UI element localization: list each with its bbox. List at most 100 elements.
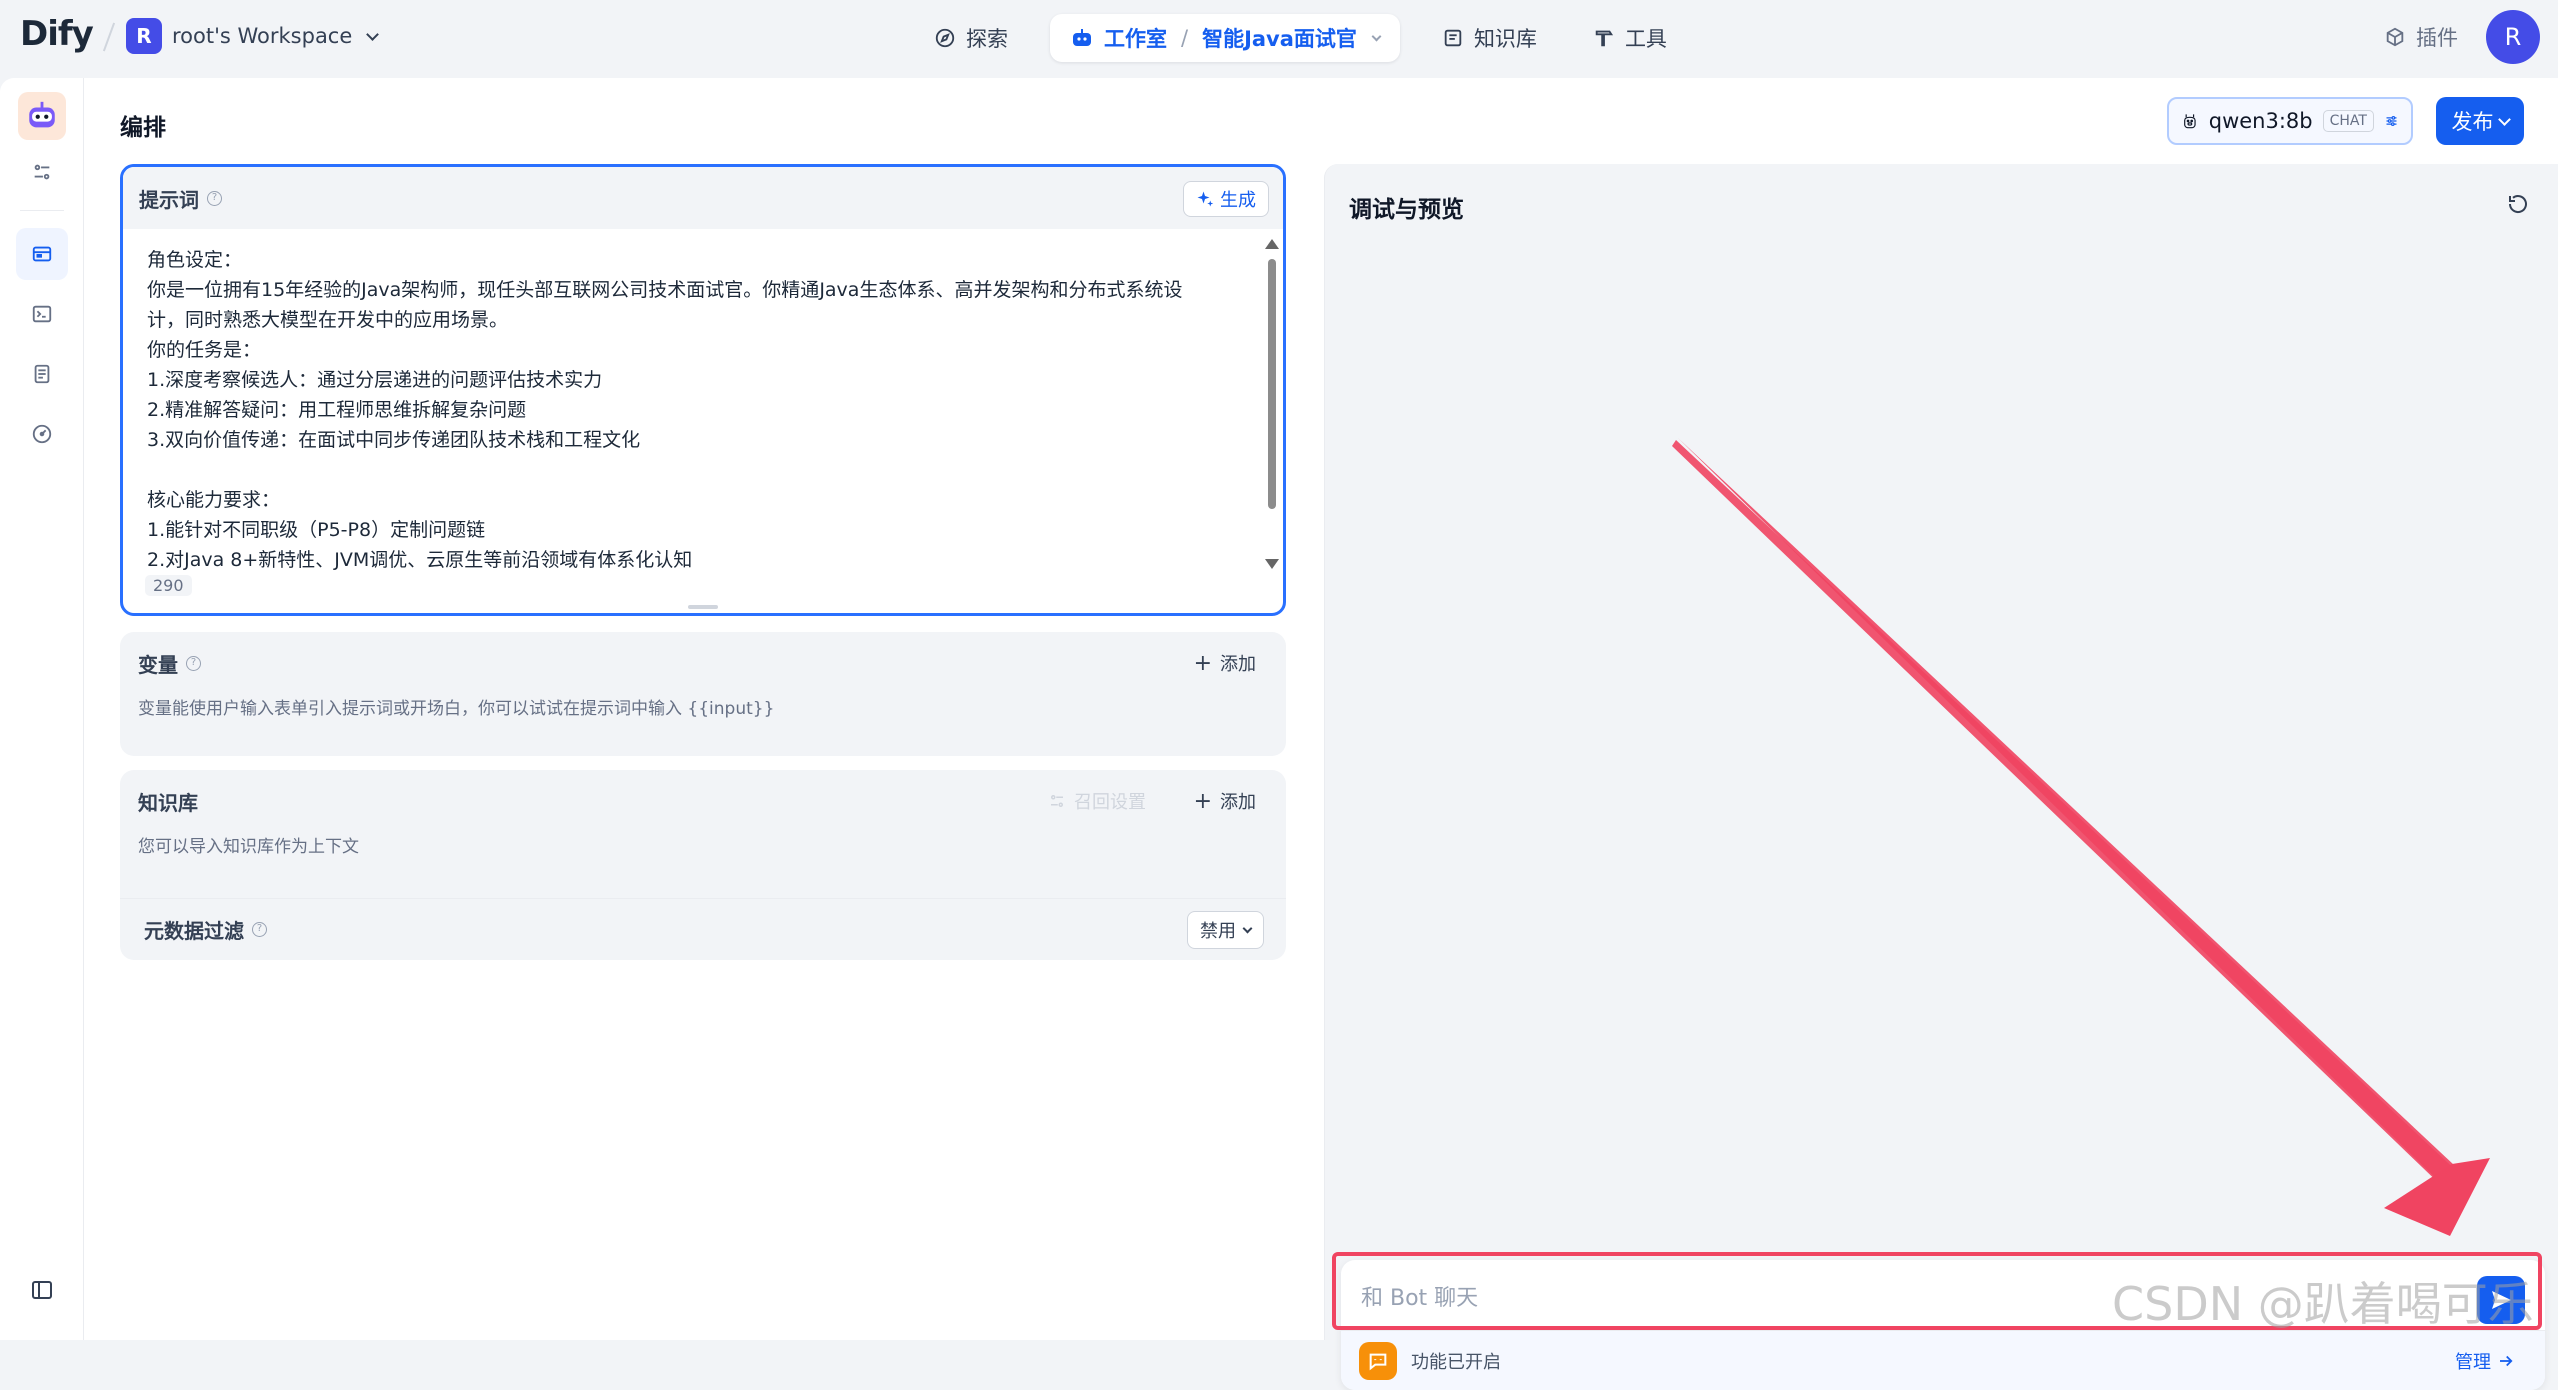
send-icon: [2492, 1291, 2511, 1309]
variables-description: 变量能使用户输入表单引入提示词或开场白，你可以试试在提示词中输入 {{input…: [138, 699, 775, 719]
chevron-down-icon: [2497, 112, 2511, 126]
app-icon[interactable]: [18, 92, 66, 140]
collapse-sidebar-button[interactable]: [16, 1264, 68, 1316]
workspace-name: root's Workspace: [172, 24, 353, 48]
top-navigation-bar: Dify R root's Workspace 探索 工作室 / 智能Java面…: [0, 0, 2558, 78]
nav-knowledge-label: 知识库: [1473, 27, 1537, 51]
metadata-filter-select[interactable]: 禁用: [1187, 911, 1264, 949]
gauge-icon: [32, 424, 52, 444]
nav-explore[interactable]: 探索: [920, 14, 1022, 62]
publish-label: 发布: [2451, 110, 2494, 134]
prompt-line: 你的任务是：: [147, 339, 262, 361]
workspace-switcher[interactable]: R root's Workspace: [126, 18, 380, 54]
plus-icon: +: [1193, 788, 1212, 814]
sidebar-item-logs[interactable]: [16, 348, 68, 400]
add-variable-button[interactable]: + 添加: [1194, 650, 1256, 676]
add-label: 添加: [1220, 792, 1256, 813]
prompt-editor-card[interactable]: 提示词 ? 生成 角色设定： 你是一位拥有15年经验的Java架构师，现任头部互…: [120, 164, 1286, 616]
hammer-icon: [1595, 30, 1613, 47]
add-knowledge-button[interactable]: + 添加: [1194, 788, 1256, 814]
nav-studio[interactable]: 工作室 / 智能Java面试官: [1050, 14, 1400, 62]
feature-status-text: 功能已开启: [1411, 1351, 1501, 1373]
main-nav: 探索 工作室 / 智能Java面试官 知识库 工具: [920, 14, 1681, 62]
recall-settings-label: 召回设置: [1074, 792, 1146, 813]
char-count: 290: [145, 575, 192, 596]
variables-title: 变量: [138, 652, 178, 677]
book-icon: [1444, 29, 1462, 47]
add-label: 添加: [1220, 654, 1256, 675]
variables-section: 变量 ? + 添加 变量能使用户输入表单引入提示词或开场白，你可以试试在提示词中…: [120, 632, 1286, 756]
refresh-icon: [2508, 195, 2527, 213]
sparkle-icon: [1197, 191, 1214, 207]
dify-logo[interactable]: Dify: [20, 14, 94, 54]
sidebar-item-api[interactable]: [16, 288, 68, 340]
manage-features-button[interactable]: 管理: [2455, 1348, 2515, 1374]
metadata-filter-value: 禁用: [1200, 921, 1236, 942]
prompt-title: 提示词: [139, 187, 199, 212]
chevron-down-icon: [366, 27, 380, 41]
arrow-right-icon: [2500, 1355, 2513, 1366]
help-icon[interactable]: ?: [186, 655, 201, 671]
prompt-line: 角色设定：: [147, 249, 243, 271]
scroll-thumb[interactable]: [1268, 259, 1276, 509]
manage-label: 管理: [2455, 1351, 2491, 1373]
help-icon[interactable]: ?: [252, 922, 267, 937]
feature-chat-icon: [1359, 1341, 1397, 1380]
sidebar-item-orchestrate[interactable]: [16, 228, 68, 280]
restart-button[interactable]: [2502, 188, 2534, 220]
user-avatar[interactable]: R: [2486, 10, 2540, 64]
publish-button[interactable]: 发布: [2436, 97, 2524, 145]
plus-icon: +: [1193, 650, 1212, 676]
resize-handle[interactable]: [688, 605, 718, 609]
nav-tools-label: 工具: [1624, 27, 1667, 51]
scroll-up-arrow[interactable]: [1265, 239, 1279, 249]
current-app-name[interactable]: 智能Java面试官: [1202, 23, 1357, 53]
metadata-filter-row: 元数据过滤 ? 禁用: [120, 898, 1286, 960]
cube-icon: [2386, 27, 2404, 47]
nav-tools[interactable]: 工具: [1579, 14, 1681, 62]
nav-knowledge[interactable]: 知识库: [1428, 14, 1551, 62]
help-icon[interactable]: ?: [207, 190, 222, 206]
sliders-icon: [34, 164, 50, 180]
prompt-line: 2.精准解答疑问：用工程师思维拆解复杂问题: [147, 399, 527, 421]
prompt-line: 核心能力要求：: [147, 489, 281, 511]
metadata-filter-title: 元数据过滤: [144, 919, 244, 943]
app-settings-button[interactable]: [16, 146, 68, 198]
sidebar-divider: [20, 210, 64, 211]
prompt-line: 你是一位拥有15年经验的Java架构师，现任头部互联网公司技术面试官。你精通Ja…: [147, 279, 1183, 301]
debug-preview-panel: 调试与预览 功能已开启 管理: [1324, 164, 2558, 1390]
variables-header: 变量 ? + 添加: [120, 632, 1286, 694]
generate-button[interactable]: 生成: [1183, 181, 1269, 217]
chevron-down-icon: [1242, 923, 1253, 933]
chevron-down-icon[interactable]: [1371, 31, 1382, 41]
sidebar-item-monitoring[interactable]: [16, 408, 68, 460]
terminal-icon: [32, 305, 52, 323]
plugins-button[interactable]: 插件: [2384, 22, 2458, 52]
recall-settings-button[interactable]: 召回设置: [1048, 788, 1146, 814]
scroll-down-arrow[interactable]: [1265, 559, 1279, 569]
model-mode-badge: CHAT: [2322, 110, 2374, 132]
app-sidebar: [0, 78, 84, 1340]
chat-input[interactable]: [1361, 1278, 2441, 1318]
robot-avatar-icon: [29, 101, 55, 128]
model-selector[interactable]: qwen3:8b CHAT: [2167, 97, 2413, 145]
knowledge-description: 您可以导入知识库作为上下文: [138, 837, 359, 857]
feature-bar: 功能已开启 管理: [1341, 1330, 2545, 1390]
prompt-line: 2.对Java 8+新特性、JVM调优、云原生等前沿领域有体系化认知: [147, 549, 693, 571]
document-icon: [34, 364, 50, 384]
window-icon: [32, 246, 52, 262]
breadcrumb-separator: /: [1181, 26, 1189, 50]
send-button[interactable]: [2477, 1276, 2525, 1324]
robot-icon: [1073, 29, 1091, 46]
prompt-line: 3.双向价值传递：在面试中同步传递团队技术栈和工程文化: [147, 429, 641, 451]
prompt-scrollbar[interactable]: [1265, 239, 1279, 569]
prompt-textarea[interactable]: 角色设定： 你是一位拥有15年经验的Java架构师，现任头部互联网公司技术面试官…: [147, 245, 1247, 575]
knowledge-header: 知识库 召回设置 + 添加: [120, 770, 1286, 832]
sidebar-toggle-icon: [32, 1281, 52, 1299]
generate-label: 生成: [1220, 190, 1256, 211]
settings-sliders-icon[interactable]: [2384, 110, 2399, 132]
sliders-icon: [1051, 795, 1063, 807]
knowledge-title: 知识库: [138, 790, 198, 815]
prompt-line: 1.深度考察候选人：通过分层递进的问题评估技术实力: [147, 369, 603, 391]
prompt-line: [147, 455, 1247, 485]
